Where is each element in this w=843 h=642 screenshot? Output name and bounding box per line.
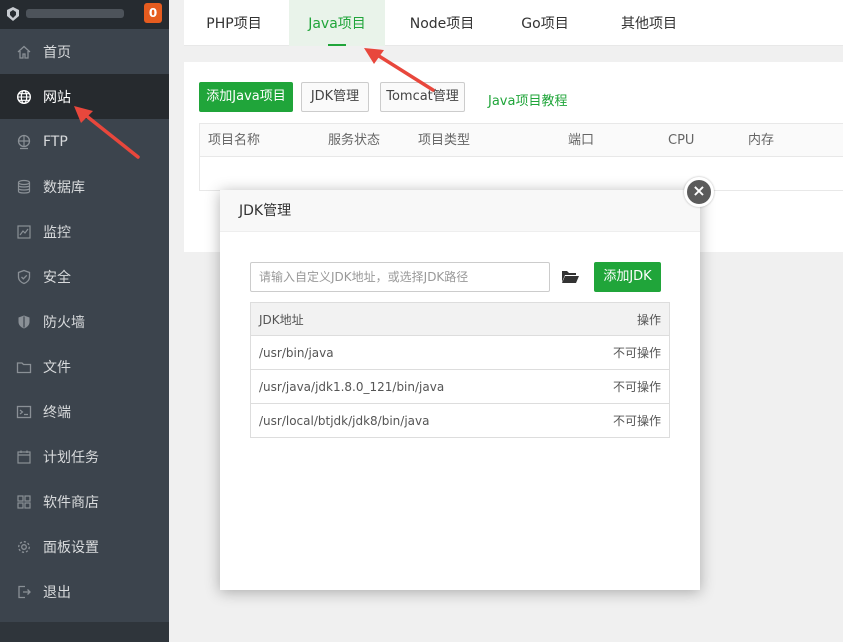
tab-php[interactable]: PHP项目	[190, 0, 278, 46]
sidebar-item-label: 防火墙	[43, 314, 85, 331]
java-tutorial-link[interactable]: Java项目教程	[488, 90, 567, 109]
sidebar: 0 首页 网站 FTP 数据库 监控 安全 防火墙 文件 终端 计划任务 软件商…	[0, 0, 169, 642]
jdk-action-cell: 不可操作	[567, 369, 670, 404]
tab-java[interactable]: Java项目	[289, 0, 385, 46]
sidebar-item-terminal[interactable]: 终端	[0, 389, 169, 434]
jdk-manage-dialog: JDK管理 × 添加JDK JDK地址 操作 /usr/bin/java 不可操…	[220, 177, 714, 590]
sidebar-item-settings[interactable]: 面板设置	[0, 524, 169, 569]
calendar-icon	[16, 449, 32, 465]
folder-icon	[16, 359, 32, 375]
tomcat-manage-button[interactable]: Tomcat管理	[380, 82, 465, 112]
sidebar-item-label: 数据库	[43, 179, 85, 196]
column-header-action: 操作	[567, 302, 670, 336]
add-jdk-button[interactable]: 添加JDK	[594, 262, 661, 292]
jdk-table: JDK地址 操作 /usr/bin/java 不可操作 /usr/java/jd…	[250, 302, 670, 438]
sidebar-footer	[0, 622, 169, 642]
table-row: /usr/local/btjdk/jdk8/bin/java 不可操作	[250, 403, 670, 438]
sidebar-item-files[interactable]: 文件	[0, 344, 169, 389]
database-icon	[16, 179, 32, 195]
column-header[interactable]: 端口	[568, 124, 594, 157]
sidebar-item-website[interactable]: 网站	[0, 74, 169, 119]
jdk-action-cell: 不可操作	[567, 403, 670, 438]
column-header[interactable]: 服务状态	[328, 124, 380, 157]
sidebar-item-firewall[interactable]: 防火墙	[0, 299, 169, 344]
column-header[interactable]: 项目名称	[208, 124, 260, 157]
jdk-path-input[interactable]	[250, 262, 550, 292]
project-table-header: 项目名称 服务状态 项目类型 端口 CPU 内存	[199, 123, 843, 157]
jdk-path-cell: /usr/local/btjdk/jdk8/bin/java	[250, 403, 568, 438]
dialog-title: JDK管理	[220, 190, 700, 232]
sidebar-item-label: 计划任务	[43, 449, 99, 466]
jdk-manage-button[interactable]: JDK管理	[301, 82, 369, 112]
column-header[interactable]: CPU	[668, 124, 694, 157]
notification-badge[interactable]: 0	[144, 3, 162, 23]
jdk-path-cell: /usr/java/jdk1.8.0_121/bin/java	[250, 369, 568, 404]
ftp-icon	[16, 134, 32, 150]
sidebar-item-label: 面板设置	[43, 539, 99, 556]
column-header-path: JDK地址	[250, 302, 568, 336]
sidebar-item-store[interactable]: 软件商店	[0, 479, 169, 524]
table-header-row: JDK地址 操作	[250, 302, 670, 336]
shield-icon	[16, 269, 32, 285]
jdk-path-cell: /usr/bin/java	[250, 335, 568, 370]
project-table-body	[199, 157, 843, 191]
table-row: /usr/java/jdk1.8.0_121/bin/java 不可操作	[250, 369, 670, 404]
sidebar-item-label: FTP	[43, 133, 68, 150]
sidebar-item-label: 退出	[43, 584, 71, 601]
column-header[interactable]: 内存	[748, 124, 774, 157]
tab-go[interactable]: Go项目	[506, 0, 584, 46]
sidebar-item-label: 安全	[43, 269, 71, 286]
sidebar-item-monitor[interactable]: 监控	[0, 209, 169, 254]
column-header[interactable]: 项目类型	[418, 124, 470, 157]
sidebar-item-label: 终端	[43, 404, 71, 421]
sidebar-item-logout[interactable]: 退出	[0, 569, 169, 614]
sidebar-item-label: 网站	[43, 89, 71, 106]
home-icon	[16, 44, 32, 60]
sidebar-item-label: 首页	[43, 44, 71, 61]
sidebar-item-security[interactable]: 安全	[0, 254, 169, 299]
terminal-icon	[16, 404, 32, 420]
logo-icon	[7, 7, 19, 21]
sidebar-item-label: 软件商店	[43, 494, 99, 511]
table-row: /usr/bin/java 不可操作	[250, 335, 670, 370]
sidebar-item-label: 文件	[43, 359, 71, 376]
tab-node[interactable]: Node项目	[396, 0, 488, 46]
apps-icon	[16, 494, 32, 510]
sidebar-item-cron[interactable]: 计划任务	[0, 434, 169, 479]
close-icon[interactable]: ×	[684, 177, 714, 207]
sidebar-item-label: 监控	[43, 224, 71, 241]
add-java-project-button[interactable]: 添加Java项目	[199, 82, 293, 112]
globe-icon	[16, 89, 32, 105]
project-tabs: PHP项目 Java项目 Node项目 Go项目 其他项目	[184, 0, 843, 46]
sidebar-nav: 首页 网站 FTP 数据库 监控 安全 防火墙 文件 终端 计划任务 软件商店 …	[0, 29, 169, 614]
folder-open-icon[interactable]	[561, 269, 579, 285]
tab-other[interactable]: 其他项目	[606, 0, 692, 46]
monitor-icon	[16, 224, 32, 240]
firewall-icon	[16, 314, 32, 330]
jdk-action-cell: 不可操作	[567, 335, 670, 370]
sidebar-item-ftp[interactable]: FTP	[0, 119, 169, 164]
sidebar-item-home[interactable]: 首页	[0, 29, 169, 74]
sidebar-item-database[interactable]: 数据库	[0, 164, 169, 209]
logout-icon	[16, 584, 32, 600]
gear-icon	[16, 539, 32, 555]
sidebar-header: 0	[0, 0, 169, 29]
username-blurred	[26, 9, 124, 18]
